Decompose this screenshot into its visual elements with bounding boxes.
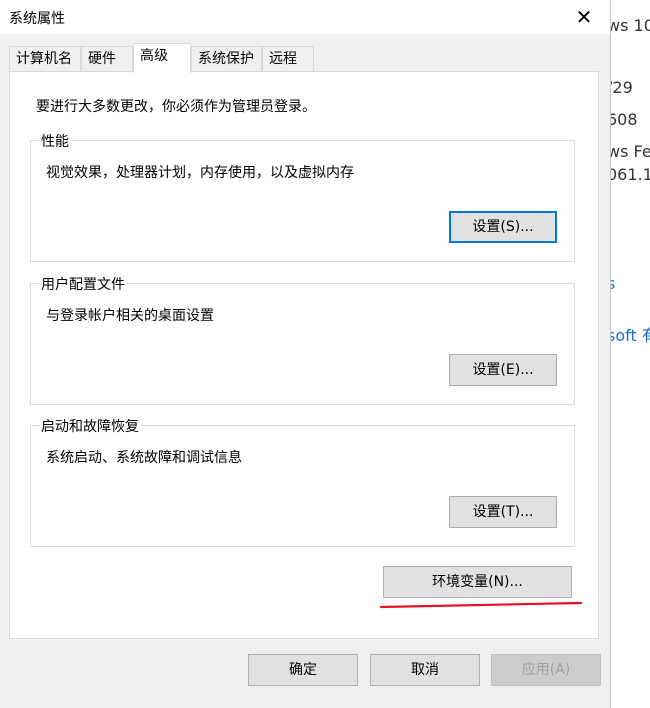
group-label: 启动和故障恢复 <box>39 416 141 436</box>
performance-group: 性能 视觉效果，处理器计划，内存使用，以及虚拟内存 设置(S)... <box>30 131 575 262</box>
startup-recovery-group: 启动和故障恢复 系统启动、系统故障和调试信息 设置(T)... <box>30 416 575 547</box>
apply-button[interactable]: 应用(A) <box>491 654 601 686</box>
group-label: 性能 <box>39 131 71 151</box>
group-description: 系统启动、系统故障和调试信息 <box>46 450 242 466</box>
background-text: ws Fe <box>611 142 650 161</box>
group-label: 用户配置文件 <box>39 274 127 294</box>
background-text: /29 <box>611 78 633 97</box>
background-window: ws 10 /29 608 ws Fe 061.1 s soft 有 <box>611 0 650 708</box>
background-link[interactable]: s <box>611 274 615 293</box>
background-text: 061.1 <box>611 165 650 184</box>
performance-settings-button[interactable]: 设置(S)... <box>449 211 557 243</box>
background-text: 608 <box>611 110 638 129</box>
tab-hardware[interactable]: 硬件 <box>81 46 133 71</box>
tab-advanced[interactable]: 高级 <box>133 43 191 73</box>
ok-button[interactable]: 确定 <box>248 654 358 686</box>
dialog-title: 系统属性 <box>9 11 65 27</box>
group-description: 视觉效果，处理器计划，内存使用，以及虚拟内存 <box>46 165 354 181</box>
red-annotation-underline <box>379 601 583 609</box>
environment-variables-button[interactable]: 环境变量(N)... <box>383 566 572 598</box>
title-bar: 系统属性 ✕ <box>0 0 610 34</box>
background-link[interactable]: soft 有 <box>611 322 650 346</box>
background-text: ws 10 <box>611 16 650 35</box>
user-profiles-settings-button[interactable]: 设置(E)... <box>449 354 557 386</box>
admin-note: 要进行大多数更改，你必须作为管理员登录。 <box>36 99 316 115</box>
tab-remote[interactable]: 远程 <box>262 46 314 71</box>
startup-recovery-settings-button[interactable]: 设置(T)... <box>449 496 557 528</box>
advanced-panel: 要进行大多数更改，你必须作为管理员登录。 性能 视觉效果，处理器计划，内存使用，… <box>9 71 599 639</box>
tab-computer-name[interactable]: 计算机名 <box>9 46 81 71</box>
system-properties-dialog: 系统属性 ✕ 计算机名 硬件 高级 系统保护 远程 要进行大多数更改，你必须作为… <box>0 0 611 708</box>
tab-system-protection[interactable]: 系统保护 <box>191 46 262 71</box>
group-description: 与登录帐户相关的桌面设置 <box>46 308 214 324</box>
cancel-button[interactable]: 取消 <box>370 654 480 686</box>
user-profiles-group: 用户配置文件 与登录帐户相关的桌面设置 设置(E)... <box>30 274 575 405</box>
close-icon[interactable]: ✕ <box>564 2 604 32</box>
